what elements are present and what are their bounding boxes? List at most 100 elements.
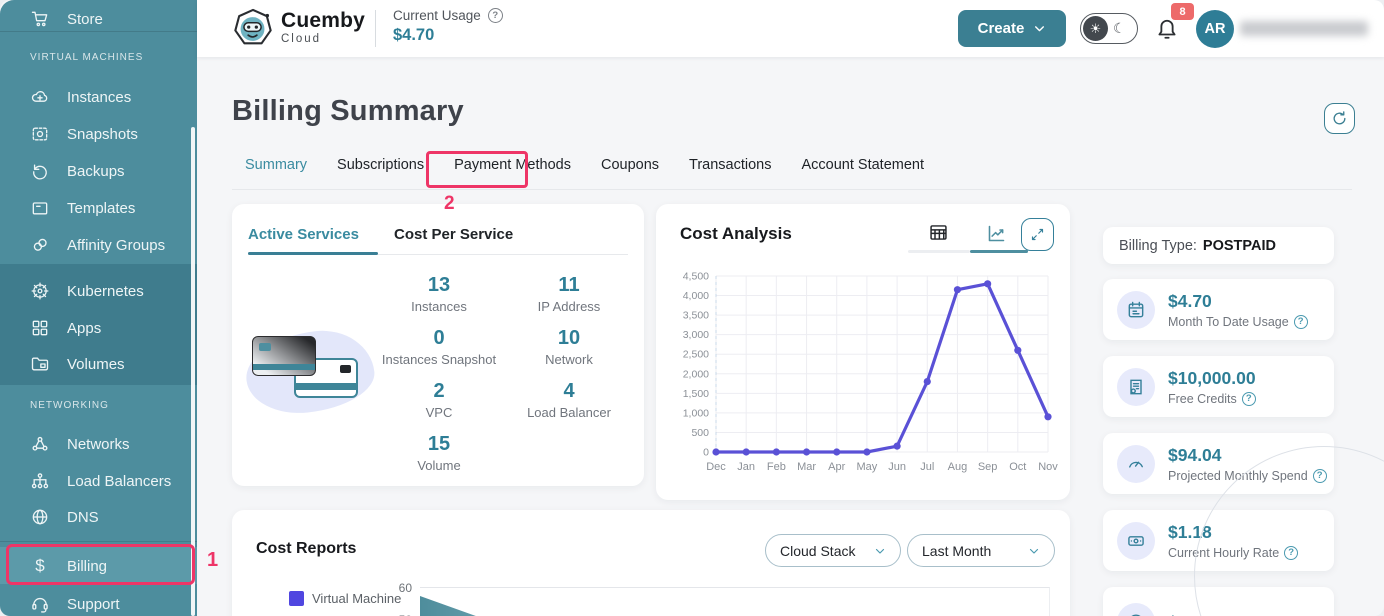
stat-instances-snapshot: 0 Instances Snapshot	[378, 327, 500, 367]
sidebar-item-load-balancers[interactable]: Load Balancers	[0, 466, 197, 496]
user-name-blurred	[1240, 21, 1368, 36]
tab-cost-per-service[interactable]: Cost Per Service	[394, 226, 513, 243]
sidebar-item-kubernetes[interactable]: Kubernetes	[0, 276, 197, 306]
stat-label: Instances	[378, 299, 500, 314]
legend-label: Virtual Machine	[312, 591, 401, 606]
banknote-icon	[1117, 522, 1155, 560]
brand-text: Cuemby Cloud	[281, 9, 365, 45]
svg-text:Feb: Feb	[767, 461, 786, 473]
svg-text:Jun: Jun	[888, 461, 906, 473]
sidebar-item-support[interactable]: Support	[0, 589, 197, 616]
cuemby-logo-icon	[232, 8, 274, 50]
sidebar-item-label: Networks	[67, 436, 130, 453]
line-chart-icon[interactable]	[986, 223, 1007, 244]
app-window: Store VIRTUAL MACHINES Instances Snapsho…	[0, 0, 1384, 616]
cost-reports-plot-area	[420, 587, 1050, 616]
sidebar-scrollbar[interactable]	[191, 127, 195, 616]
svg-text:2,500: 2,500	[683, 349, 709, 361]
sidebar-item-apps[interactable]: Apps	[0, 313, 197, 343]
card-stripe	[253, 364, 315, 370]
dollar-icon: $	[30, 556, 50, 576]
box-icon	[30, 198, 50, 218]
page-title: Billing Summary	[232, 95, 464, 128]
avatar[interactable]: AR	[1196, 10, 1234, 48]
sidebar-item-templates[interactable]: Templates	[0, 193, 197, 223]
stat-label: Month To Date Usage	[1168, 315, 1289, 329]
billing-tabs: Summary Subscriptions Payment Methods Co…	[245, 157, 924, 177]
current-usage-label: Current Usage	[393, 8, 481, 23]
last-month-dropdown[interactable]: Last Month	[907, 534, 1055, 567]
cost-reports-area-chart	[420, 588, 1050, 616]
sidebar-item-backups[interactable]: Backups	[0, 156, 197, 186]
sidebar-item-instances[interactable]: Instances	[0, 82, 197, 112]
create-button[interactable]: Create	[958, 10, 1066, 47]
svg-text:4,000: 4,000	[683, 290, 709, 302]
hierarchy-icon	[30, 471, 50, 491]
sidebar: Store VIRTUAL MACHINES Instances Snapsho…	[0, 0, 197, 616]
svg-text:Oct: Oct	[1009, 461, 1026, 473]
question-circle-icon[interactable]: ?	[1242, 392, 1256, 406]
tab-account-statement[interactable]: Account Statement	[801, 157, 924, 177]
sidebar-item-store[interactable]: Store	[0, 4, 197, 34]
svg-text:1,500: 1,500	[683, 388, 709, 400]
table-view-icon[interactable]	[928, 222, 949, 243]
stat-label: IP Address	[510, 299, 628, 314]
sidebar-item-affinity-groups[interactable]: Affinity Groups	[0, 230, 197, 260]
headset-icon	[30, 594, 50, 614]
gauge-icon	[1117, 445, 1155, 483]
sidebar-item-volumes[interactable]: Volumes	[0, 349, 197, 379]
grid-icon	[30, 318, 50, 338]
legend-virtual-machine: Virtual Machine	[289, 591, 401, 606]
cloud-stack-dropdown[interactable]: Cloud Stack	[765, 534, 901, 567]
divider	[375, 10, 376, 47]
stat-ip-address: 11 IP Address	[510, 274, 628, 314]
svg-text:3,000: 3,000	[683, 329, 709, 341]
cost-analysis-line-chart: 05001,0001,5002,0002,5003,0003,5004,0004…	[668, 264, 1058, 486]
cart-icon	[30, 9, 50, 29]
stats-column-right: 11 IP Address 10 Network 4 Load Balancer	[510, 274, 628, 420]
tab-summary[interactable]: Summary	[245, 157, 307, 177]
create-button-label: Create	[978, 20, 1025, 37]
tab-payment-methods[interactable]: Payment Methods	[454, 157, 571, 177]
expand-button[interactable]	[1021, 218, 1054, 251]
divider	[0, 541, 197, 542]
refresh-icon	[1331, 110, 1348, 127]
sidebar-item-label: Backups	[67, 163, 125, 180]
sidebar-item-dns[interactable]: DNS	[0, 502, 197, 532]
svg-text:4,500: 4,500	[683, 271, 709, 283]
credit-cards-illustration	[246, 322, 378, 422]
month-to-date-card: $4.70 Month To Date Usage?	[1103, 279, 1334, 340]
svg-text:2,000: 2,000	[683, 368, 709, 380]
brand-sub: Cloud	[281, 33, 365, 45]
table-tab-underline	[908, 250, 970, 253]
tab-coupons[interactable]: Coupons	[601, 157, 659, 177]
annotation-number-1: 1	[207, 549, 218, 572]
clock-icon	[1117, 603, 1155, 616]
main-content: Billing Summary Summary Subscriptions Pa…	[197, 57, 1384, 616]
question-circle-icon[interactable]: ?	[1294, 315, 1308, 329]
theme-toggle[interactable]: ☀ ☾	[1080, 13, 1138, 44]
active-services-card: Active Services Cost Per Service 13 Ins	[232, 204, 644, 486]
calendar-icon	[1117, 291, 1155, 329]
sidebar-section-virtual-machines: VIRTUAL MACHINES	[30, 52, 143, 63]
sidebar-item-label: DNS	[67, 509, 99, 526]
svg-text:Sep: Sep	[978, 461, 998, 473]
top-header: Cuemby Cloud Current Usage ? $4.70 Creat…	[197, 0, 1384, 57]
tab-active-services[interactable]: Active Services	[248, 226, 359, 243]
tab-subscriptions[interactable]: Subscriptions	[337, 157, 424, 177]
sidebar-item-snapshots[interactable]: Snapshots	[0, 119, 197, 149]
refresh-button[interactable]	[1324, 103, 1355, 134]
sidebar-item-networks[interactable]: Networks	[0, 429, 197, 459]
credit-card-front	[252, 336, 316, 376]
sidebar-item-label: Store	[67, 11, 103, 28]
sidebar-item-billing[interactable]: $ Billing	[0, 551, 197, 581]
stat-value: $4.70	[1168, 291, 1308, 312]
chevron-down-icon	[1033, 22, 1046, 35]
brand-name: Cuemby	[281, 9, 365, 33]
question-circle-icon[interactable]: ?	[488, 8, 503, 23]
svg-text:3,500: 3,500	[683, 310, 709, 322]
svg-text:Mar: Mar	[797, 461, 816, 473]
current-usage-value: $4.70	[393, 26, 503, 45]
cloud-plus-icon	[30, 87, 50, 107]
tab-transactions[interactable]: Transactions	[689, 157, 771, 177]
